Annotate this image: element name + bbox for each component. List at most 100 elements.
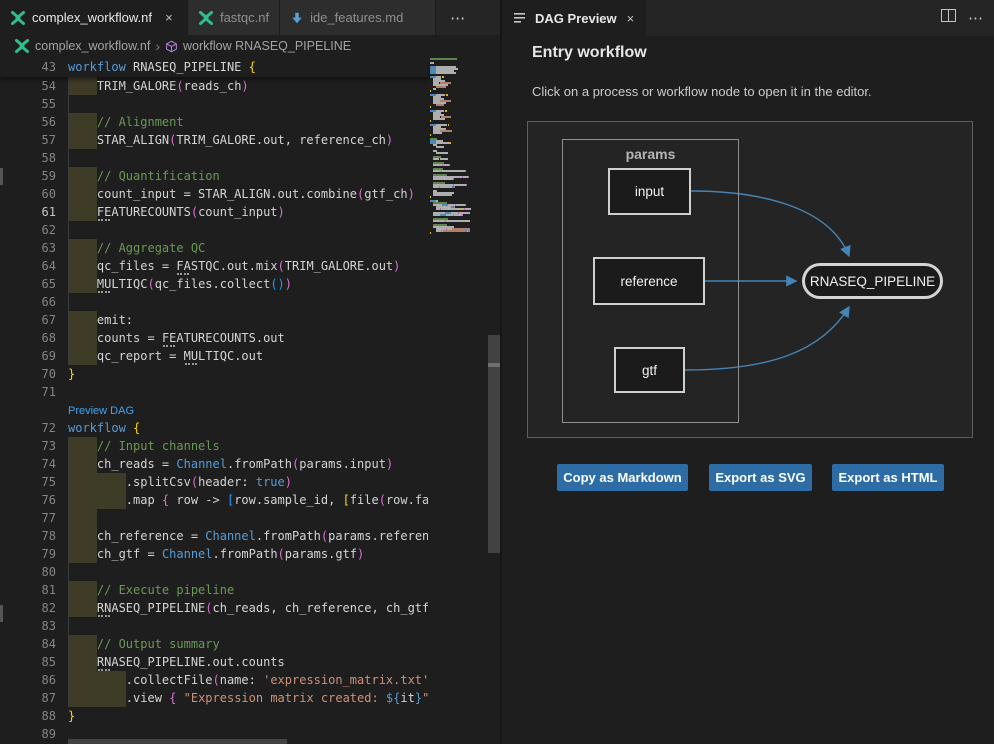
code-line[interactable]: 75 .splitCsv(header: true) [0, 473, 428, 491]
code-editor[interactable]: 43workflow RNASEQ_PIPELINE { 54 TRIM_GAL… [0, 57, 500, 744]
code-token: ) [357, 547, 364, 561]
code-line[interactable]: 74 ch_reads = Channel.fromPath(params.in… [0, 455, 428, 473]
tab-ide_features-md[interactable]: ide_features.md [280, 0, 436, 35]
code-line[interactable]: 58 [0, 149, 428, 167]
sticky-scroll-line[interactable]: 43workflow RNASEQ_PIPELINE { [0, 58, 428, 77]
code-line[interactable]: 87 .view { "Expression matrix created: $… [0, 689, 428, 707]
horizontal-scrollbar[interactable] [68, 739, 287, 744]
code-line[interactable]: 71 [0, 383, 428, 401]
code-line[interactable]: 76 .map { row -> [row.sample_id, [file(r… [0, 491, 428, 509]
dag-node-rnaseq_pipeline[interactable]: RNASEQ_PIPELINE [802, 263, 943, 299]
line-number: 58 [0, 149, 56, 167]
code-line[interactable]: 60 count_input = STAR_ALIGN.out.combine(… [0, 185, 428, 203]
code-token: ) [386, 133, 393, 147]
code-token: [ [343, 493, 350, 507]
code-line[interactable]: 64 qc_files = FASTQC.out.mix(TRIM_GALORE… [0, 257, 428, 275]
line-number: 62 [0, 221, 56, 239]
nextflow-icon [14, 38, 30, 54]
line-number: 71 [0, 383, 56, 401]
copy-as-markdown-button[interactable]: Copy as Markdown [557, 464, 688, 491]
vertical-scrollbar[interactable] [488, 335, 500, 553]
code-line[interactable]: 84 // Output summary [0, 635, 428, 653]
export-as-svg-button[interactable]: Export as SVG [709, 464, 812, 491]
codelens-preview-dag[interactable]: Preview DAG [68, 402, 134, 420]
code-line[interactable]: 61 FEATURECOUNTS(count_input) [0, 203, 428, 221]
indent-guide [68, 149, 69, 167]
code-token: .map [126, 493, 162, 507]
code-text: MULTIQC(qc_files.collect()) [68, 275, 292, 293]
dag-node-gtf[interactable]: gtf [614, 347, 685, 393]
indent-guide [68, 509, 69, 527]
code-line[interactable]: 81 // Execute pipeline [0, 581, 428, 599]
code-token: } [68, 709, 75, 723]
code-line[interactable]: 56 // Alignment [0, 113, 428, 131]
code-token: qc_report = [97, 349, 184, 363]
code-line[interactable]: 78 ch_reference = Channel.fromPath(param… [0, 527, 428, 545]
line-number: 69 [0, 347, 56, 365]
code-line[interactable]: 73 // Input channels [0, 437, 428, 455]
line-number: 80 [0, 563, 56, 581]
tab-fastqc-nf[interactable]: fastqc.nf [188, 0, 280, 35]
line-number: 59 [0, 167, 56, 185]
tab-overflow-icon[interactable]: ⋯ [436, 0, 480, 35]
dag-node-input[interactable]: input [608, 168, 691, 215]
code-line[interactable]: 77 [0, 509, 428, 527]
code-line[interactable]: 88} [0, 707, 428, 725]
code-text: .view { "Expression matrix created: ${it… [68, 689, 428, 707]
dag-node-reference[interactable]: reference [593, 257, 705, 305]
code-token: reads_ch [184, 79, 242, 93]
breadcrumb-symbol[interactable]: workflow RNASEQ_PIPELINE [183, 39, 351, 53]
panel-tab-label: DAG Preview [535, 11, 617, 26]
code-line[interactable]: 85 RNASEQ_PIPELINE.out.counts [0, 653, 428, 671]
minimap[interactable] [430, 58, 487, 298]
code-token: ) [278, 205, 285, 219]
tab-label: fastqc.nf [220, 10, 269, 25]
code-line[interactable]: 55 [0, 95, 428, 113]
code-token: Channel [205, 529, 256, 543]
breadcrumb[interactable]: complex_workflow.nf › workflow RNASEQ_PI… [0, 35, 500, 57]
line-number: 60 [0, 185, 56, 203]
breadcrumb-file[interactable]: complex_workflow.nf [35, 39, 150, 53]
panel-heading: Entry workflow [532, 44, 647, 62]
code-line[interactable]: 72workflow { [0, 419, 428, 437]
code-lines[interactable]: 54 TRIM_GALORE(reads_ch)5556 // Alignmen… [0, 77, 428, 743]
code-line[interactable]: 86 .collectFile(name: 'expression_matrix… [0, 671, 428, 689]
code-token-hinted: RNASEQ_PIPELINE [97, 599, 205, 617]
export-as-html-button[interactable]: Export as HTML [832, 464, 944, 491]
code-line[interactable]: 63 // Aggregate QC [0, 239, 428, 257]
split-editor-icon[interactable] [941, 9, 956, 27]
code-token: row -> [169, 493, 227, 507]
close-icon[interactable]: × [161, 10, 177, 25]
code-text: ch_reads = Channel.fromPath(params.input… [68, 455, 393, 473]
code-line[interactable]: 68 counts = FEATURECOUNTS.out [0, 329, 428, 347]
code-token: } [68, 367, 75, 381]
code-line[interactable]: 66 [0, 293, 428, 311]
code-text: count_input = STAR_ALIGN.out.combine(gtf… [68, 185, 415, 203]
code-token: ) [285, 475, 292, 489]
more-actions-icon[interactable]: ⋯ [968, 9, 984, 27]
code-line[interactable]: Preview DAG [0, 401, 428, 419]
code-line[interactable]: 70} [0, 365, 428, 383]
code-text: // Execute pipeline [68, 581, 234, 599]
code-token: TRIM_GALORE.out, reference_ch [176, 133, 386, 147]
code-line[interactable]: 67 emit: [0, 311, 428, 329]
nextflow-icon [10, 10, 26, 26]
close-icon[interactable]: × [627, 11, 635, 26]
code-line[interactable]: 80 [0, 563, 428, 581]
code-token: ) [393, 259, 400, 273]
code-line[interactable]: 82 RNASEQ_PIPELINE(ch_reads, ch_referenc… [0, 599, 428, 617]
code-line[interactable]: 62 [0, 221, 428, 239]
code-line[interactable]: 59 // Quantification [0, 167, 428, 185]
code-token: .out.mix [220, 259, 278, 273]
code-line[interactable]: 57 STAR_ALIGN(TRIM_GALORE.out, reference… [0, 131, 428, 149]
code-text: .collectFile(name: 'expression_matrix.tx… [68, 671, 428, 689]
code-line[interactable]: 54 TRIM_GALORE(reads_ch) [0, 77, 428, 95]
code-line[interactable]: 65 MULTIQC(qc_files.collect()) [0, 275, 428, 293]
dag-preview-panel: DAG Preview × ⋯ Entry workflow Click on … [500, 0, 994, 744]
tab-complex_workflow-nf[interactable]: complex_workflow.nf× [0, 0, 188, 35]
code-line[interactable]: 83 [0, 617, 428, 635]
code-line[interactable]: 43workflow RNASEQ_PIPELINE { [0, 58, 256, 76]
tab-dag-preview[interactable]: DAG Preview × [502, 0, 646, 36]
code-line[interactable]: 69 qc_report = MULTIQC.out [0, 347, 428, 365]
code-line[interactable]: 79 ch_gtf = Channel.fromPath(params.gtf) [0, 545, 428, 563]
